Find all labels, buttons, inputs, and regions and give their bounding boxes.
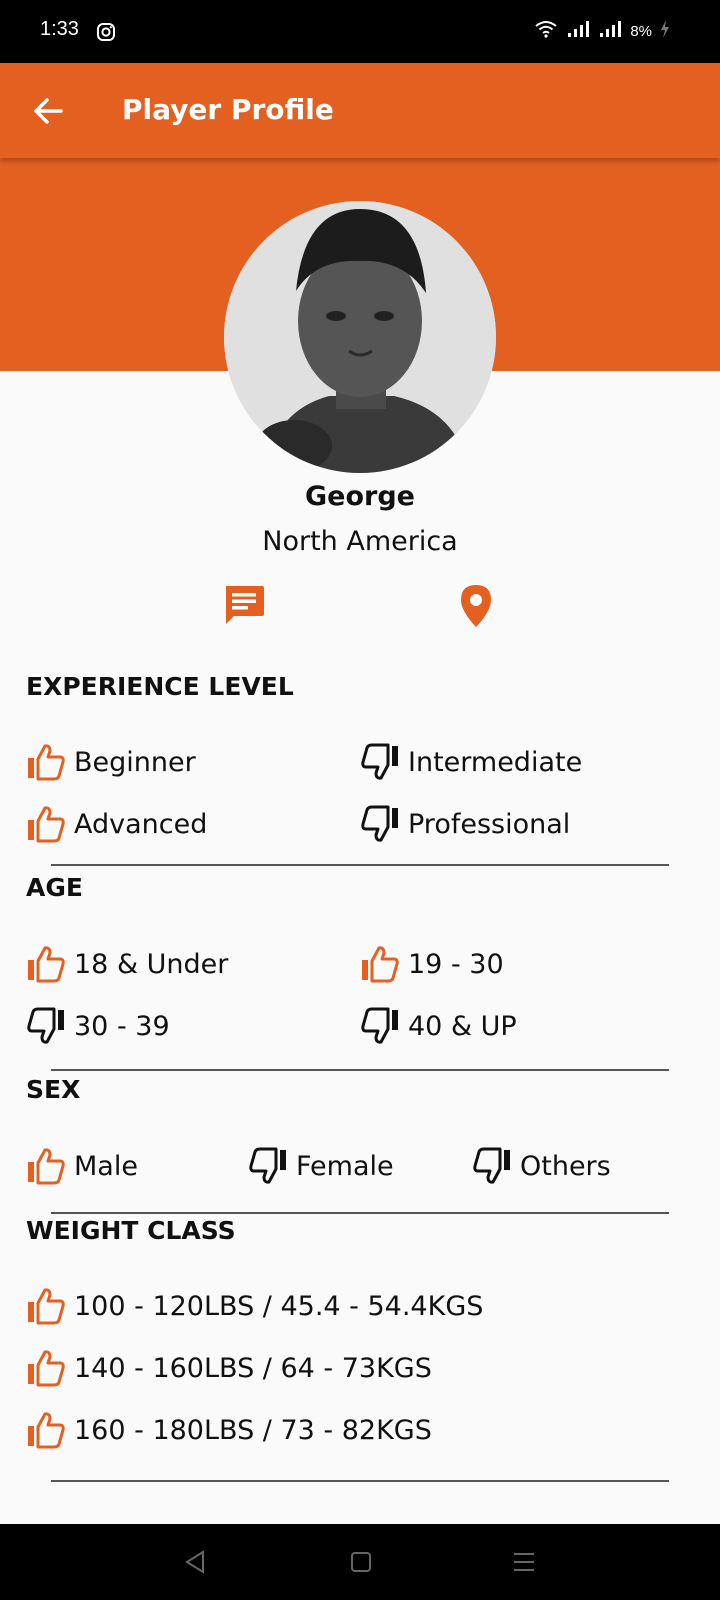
nav-back-icon[interactable] — [183, 1548, 207, 1580]
thumbs-down-icon — [26, 1006, 66, 1046]
age-label: 30 - 39 — [74, 1010, 170, 1042]
sex-label: Female — [296, 1150, 394, 1182]
divider — [51, 1069, 669, 1071]
chat-bubble-icon — [222, 586, 266, 632]
status-time: 1:33 — [40, 18, 79, 40]
thumbs-up-icon — [26, 1348, 66, 1388]
player-name: George — [305, 481, 415, 512]
section-title-weight: WEIGHT CLASS — [26, 1216, 236, 1245]
thumbs-up-icon — [26, 1410, 66, 1450]
experience-label: Beginner — [74, 746, 196, 778]
experience-label: Intermediate — [408, 746, 583, 778]
thumbs-up-icon — [26, 804, 66, 844]
experience-label: Professional — [408, 808, 571, 840]
weight-label: 160 - 180LBS / 73 - 82KGS — [74, 1414, 432, 1446]
instagram-icon — [96, 22, 116, 46]
status-indicators: 8% — [534, 20, 670, 42]
map-pin-icon — [458, 585, 494, 633]
thumbs-up-icon — [26, 1146, 66, 1186]
arrow-left-icon — [28, 98, 68, 135]
age-item[interactable]: 30 - 39 — [26, 1005, 170, 1047]
experience-item[interactable]: Beginner — [26, 741, 196, 783]
system-nav-bar — [0, 1524, 720, 1600]
player-region: North America — [262, 526, 458, 557]
sex-label: Others — [520, 1150, 611, 1182]
divider — [51, 1212, 669, 1214]
sex-label: Male — [74, 1150, 138, 1182]
section-title-sex: SEX — [26, 1075, 81, 1104]
section-title-age: AGE — [26, 873, 83, 902]
battery-percent: 8% — [630, 22, 652, 40]
nav-home-icon[interactable] — [349, 1548, 373, 1580]
age-label: 19 - 30 — [408, 948, 504, 980]
age-item[interactable]: 40 & UP — [360, 1005, 517, 1047]
age-item[interactable]: 19 - 30 — [360, 943, 504, 985]
message-button[interactable] — [222, 584, 266, 628]
thumbs-down-icon — [248, 1146, 288, 1186]
age-label: 40 & UP — [408, 1010, 517, 1042]
sex-item[interactable]: Female — [248, 1145, 394, 1187]
thumbs-down-icon — [360, 804, 400, 844]
location-button[interactable] — [458, 583, 494, 629]
thumbs-down-icon — [472, 1146, 512, 1186]
weight-label: 100 - 120LBS / 45.4 - 54.4KGS — [74, 1290, 484, 1322]
signal-icon — [566, 20, 590, 42]
divider — [51, 864, 669, 866]
section-title-experience: EXPERIENCE LEVEL — [26, 672, 294, 701]
thumbs-up-icon — [26, 944, 66, 984]
weight-item[interactable]: 160 - 180LBS / 73 - 82KGS — [26, 1409, 432, 1451]
thumbs-up-icon — [26, 1286, 66, 1326]
age-label: 18 & Under — [74, 948, 229, 980]
age-item[interactable]: 18 & Under — [26, 943, 228, 985]
divider — [51, 1480, 669, 1482]
status-bar: 1:33 8% — [0, 0, 720, 63]
experience-label: Advanced — [74, 808, 208, 840]
experience-item[interactable]: Advanced — [26, 803, 207, 845]
sex-item[interactable]: Others — [472, 1145, 611, 1187]
experience-item[interactable]: Professional — [360, 803, 570, 845]
wifi-icon — [534, 20, 558, 42]
thumbs-up-icon — [26, 742, 66, 782]
thumbs-up-icon — [360, 944, 400, 984]
nav-menu-icon[interactable] — [512, 1548, 536, 1580]
weight-item[interactable]: 100 - 120LBS / 45.4 - 54.4KGS — [26, 1285, 483, 1327]
app-bar: Player Profile — [0, 63, 720, 158]
charging-icon — [660, 20, 670, 42]
back-button[interactable] — [28, 91, 68, 131]
weight-label: 140 - 160LBS / 64 - 73KGS — [74, 1352, 432, 1384]
sex-item[interactable]: Male — [26, 1145, 138, 1187]
thumbs-down-icon — [360, 742, 400, 782]
page-title: Player Profile — [122, 93, 334, 126]
weight-item[interactable]: 140 - 160LBS / 64 - 73KGS — [26, 1347, 432, 1389]
thumbs-down-icon — [360, 1006, 400, 1046]
experience-item[interactable]: Intermediate — [360, 741, 582, 783]
signal-icon — [598, 20, 622, 42]
avatar — [224, 201, 496, 473]
